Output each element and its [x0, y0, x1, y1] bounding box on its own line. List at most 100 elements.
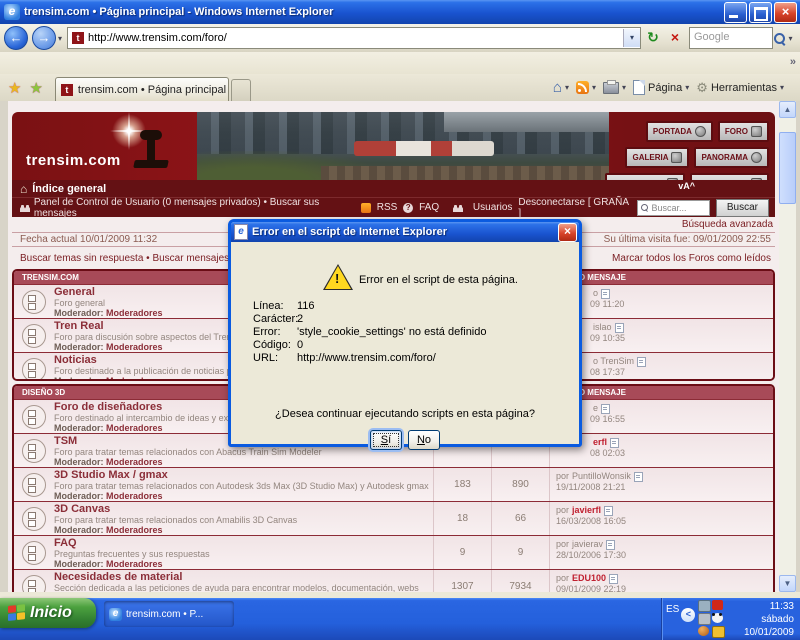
last-post-user[interactable]: EDU100	[572, 573, 606, 584]
toolbar-overflow-icon[interactable]: »	[790, 56, 796, 68]
back-button[interactable]: ←	[4, 26, 28, 50]
forum-link[interactable]: Necesidades de material	[54, 571, 433, 583]
moderators-link[interactable]: Moderadores	[106, 423, 163, 433]
site-logo[interactable]: trensim.com	[12, 112, 197, 180]
tab-active[interactable]: t trensim.com • Página principal	[55, 77, 229, 101]
yes-button[interactable]: Sí	[370, 430, 402, 450]
latest-post-icon[interactable]	[615, 323, 624, 333]
moderators-link[interactable]: Moderadores	[106, 376, 163, 381]
galeria-icon	[671, 152, 682, 163]
last-post-cell: porEDU100 09/01/2009 22:19	[549, 570, 773, 592]
ie-logo-icon: e	[4, 4, 20, 20]
nav-foro-button[interactable]: FORO	[718, 121, 769, 142]
last-post-user[interactable]: javierfl	[572, 505, 601, 516]
mark-read-link[interactable]: Marcar todos los Foros como leídos	[612, 253, 771, 266]
vertical-scrollbar[interactable]: ▲ ▼	[779, 101, 796, 592]
user-panel-link[interactable]: Panel de Control de Usuario (0 mensajes …	[34, 197, 361, 219]
volume-tray-icon[interactable]	[698, 613, 711, 625]
forum-link[interactable]: 3D Studio Max / gmax	[54, 469, 433, 481]
search-dropdown-icon[interactable]: ▾	[788, 34, 792, 43]
last-post-user[interactable]: islao	[593, 322, 612, 333]
red-tray-icon[interactable]	[712, 600, 723, 610]
tools-menu-button[interactable]: ⚙ Herramientas ▾	[694, 80, 786, 96]
new-tab-stub[interactable]	[231, 79, 251, 101]
taskbar-item-ie[interactable]: e trensim.com • P...	[104, 601, 234, 627]
moderators-link[interactable]: Moderadores	[106, 457, 163, 467]
add-favorite-icon[interactable]: ★	[29, 79, 42, 97]
nav-trensimpedia-button[interactable]: Trensimpedia	[605, 173, 685, 180]
language-indicator[interactable]: ES	[666, 604, 679, 640]
last-post-user[interactable]: o TrenSim	[593, 356, 634, 367]
last-post-user[interactable]: javierav	[572, 539, 603, 550]
nav-descargas-button[interactable]: DESCARGAS	[690, 173, 769, 180]
last-post-user[interactable]: erfl	[593, 437, 607, 448]
last-post-user[interactable]: e	[593, 403, 598, 414]
moderators-link[interactable]: Moderadores	[106, 342, 163, 352]
round-tray-icon[interactable]	[698, 626, 709, 636]
maximize-button[interactable]	[749, 2, 772, 23]
minimize-button[interactable]	[724, 2, 747, 23]
forum-search-input[interactable]: Buscar...	[637, 200, 709, 216]
last-post-user[interactable]: PuntilloWonsik	[572, 471, 631, 482]
refresh-button[interactable]: ↻	[643, 27, 663, 49]
address-dropdown-icon[interactable]: ▾	[623, 29, 640, 47]
last-post-date: 08 02:03	[590, 448, 773, 459]
stop-button[interactable]: ×	[665, 27, 685, 49]
scroll-up-icon[interactable]: ▲	[779, 101, 796, 118]
faq-link[interactable]: FAQ	[419, 202, 439, 213]
search-input[interactable]: Google	[689, 27, 773, 49]
latest-post-icon[interactable]	[601, 404, 610, 414]
moderators-link[interactable]: Moderadores	[106, 308, 163, 318]
taskbar-clock[interactable]: 11:33 sábado 10/01/2009	[744, 598, 800, 640]
forward-button[interactable]: →	[32, 26, 56, 50]
start-label: Inicio	[30, 604, 72, 622]
latest-post-icon[interactable]	[610, 438, 619, 448]
forum-row-necesidades: Necesidades de material Sección dedicada…	[14, 569, 773, 592]
nav-portada-button[interactable]: PORTADA	[646, 121, 713, 142]
tray-collapse-icon[interactable]: <	[681, 608, 695, 622]
posts-count: 7934	[491, 570, 549, 592]
antivirus-tray-icon[interactable]	[712, 613, 723, 623]
latest-post-icon[interactable]	[637, 357, 646, 367]
moderators-link[interactable]: Moderadores	[106, 525, 163, 535]
print-button[interactable]: ▾	[601, 82, 628, 94]
latest-post-icon[interactable]	[604, 506, 613, 516]
search-go-button[interactable]: ▾	[773, 27, 797, 49]
rss-link[interactable]: RSS	[377, 202, 398, 213]
forum-link[interactable]: 3D Canvas	[54, 503, 433, 515]
yellow-tray-icon[interactable]	[712, 626, 725, 638]
page-menu-button[interactable]: Página ▾	[631, 80, 691, 95]
forum-link[interactable]: FAQ	[54, 537, 433, 549]
indice-general-link[interactable]: Índice general	[32, 183, 106, 195]
start-button[interactable]: Inicio	[0, 598, 96, 628]
gear-icon: ⚙	[696, 80, 708, 96]
close-button[interactable]: ×	[774, 2, 797, 23]
latest-post-icon[interactable]	[634, 472, 643, 482]
favorites-icon[interactable]: ★	[8, 79, 21, 97]
latest-post-icon[interactable]	[609, 574, 618, 584]
nav-galeria-button[interactable]: GALERIA	[625, 147, 689, 168]
dialog-title: Error en el script de Internet Explorer	[252, 226, 558, 238]
last-post-user[interactable]: o	[593, 288, 598, 299]
scrollbar-thumb[interactable]	[779, 132, 796, 204]
usuarios-link[interactable]: Usuarios	[473, 202, 512, 213]
moderators-link[interactable]: Moderadores	[106, 491, 163, 501]
logout-link[interactable]: Desconectarse [ GRAÑA ]	[518, 197, 631, 219]
latest-post-icon[interactable]	[606, 540, 615, 550]
feeds-button[interactable]: ▾	[574, 81, 598, 94]
no-button[interactable]: No	[408, 430, 440, 450]
moderators-link[interactable]: Moderadores	[106, 559, 163, 569]
advanced-search-link[interactable]: Búsqueda avanzada	[682, 219, 773, 230]
dialog-close-button[interactable]: ×	[558, 223, 577, 242]
latest-post-icon[interactable]	[601, 289, 610, 299]
scroll-down-icon[interactable]: ▼	[779, 575, 796, 592]
nav-panorama-button[interactable]: PANORAMA	[694, 147, 769, 168]
network-tray-icon[interactable]	[698, 600, 711, 612]
forum-search-button[interactable]: Buscar	[716, 199, 769, 217]
windows-flag-icon	[8, 604, 26, 622]
home-button[interactable]: ⌂ ▾	[551, 79, 571, 96]
address-field[interactable]: t http://www.trensim.com/foro/ ▾	[67, 27, 641, 49]
font-size-widget[interactable]: vA^	[678, 181, 695, 191]
address-url[interactable]: http://www.trensim.com/foro/	[88, 32, 623, 44]
history-dropdown-icon[interactable]: ▾	[58, 34, 62, 43]
